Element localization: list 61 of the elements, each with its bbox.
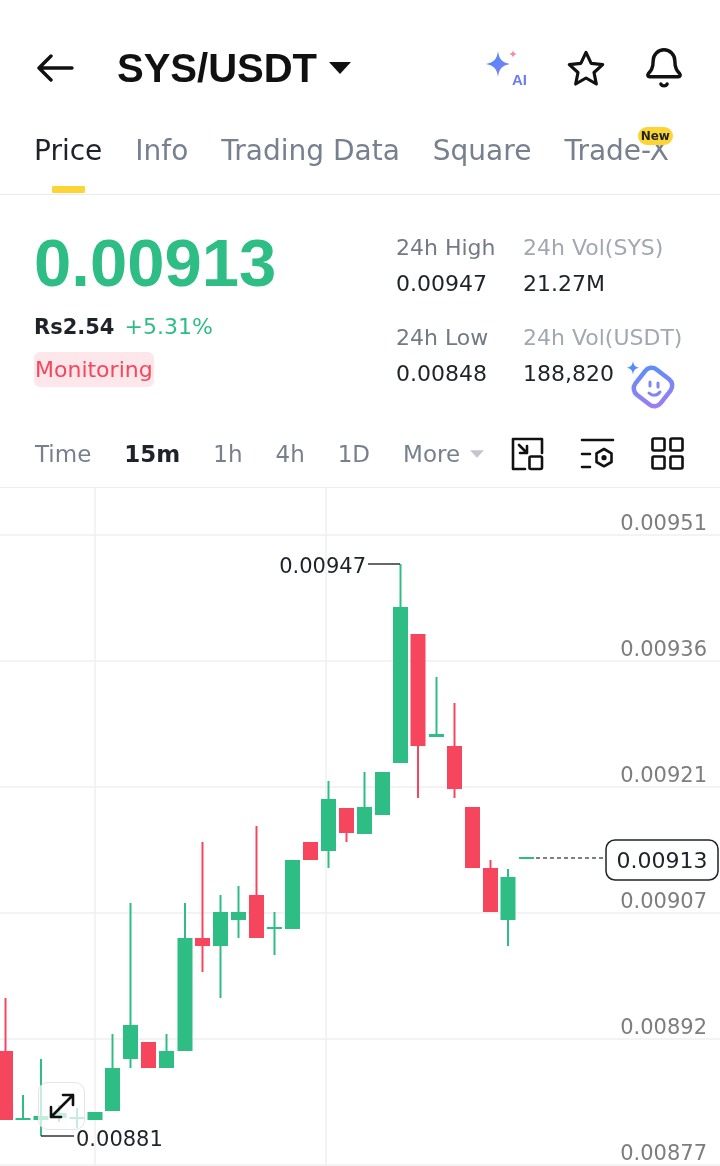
falling-candle bbox=[303, 842, 318, 860]
pair-selector[interactable]: SYS/USDT bbox=[117, 40, 352, 96]
price-axis-label: 0.00921 bbox=[620, 763, 707, 787]
tab[interactable]: Square bbox=[432, 118, 532, 168]
rising-candle bbox=[87, 1112, 103, 1120]
interval-tab[interactable]: 15m bbox=[124, 437, 181, 470]
falling-candle bbox=[465, 807, 480, 868]
caret-icon bbox=[470, 449, 485, 458]
bell-icon[interactable] bbox=[645, 48, 683, 88]
rising-candle bbox=[267, 911, 282, 956]
stat-label: 24h High bbox=[396, 234, 496, 262]
falling-candle bbox=[483, 859, 498, 913]
last-price-tag: 0.00913 bbox=[605, 839, 719, 881]
tab[interactable]: Info bbox=[135, 118, 189, 168]
stat-label: 24h Vol(SYS) bbox=[523, 234, 664, 262]
stat-value: 0.00848 bbox=[396, 360, 487, 388]
grid-icon[interactable] bbox=[651, 437, 684, 470]
tab-underline bbox=[51, 186, 85, 193]
price-axis-label: 0.00892 bbox=[620, 1015, 707, 1039]
rising-candle bbox=[285, 860, 300, 929]
rising-candle bbox=[357, 771, 372, 835]
interval-tab[interactable]: 1h bbox=[213, 437, 243, 470]
star-icon[interactable] bbox=[567, 49, 605, 87]
falling-candle bbox=[339, 807, 354, 843]
leader-line bbox=[40, 1135, 75, 1137]
tab[interactable]: Trading Data bbox=[221, 118, 400, 168]
rising-candle bbox=[375, 772, 390, 815]
stat-value: 0.00947 bbox=[396, 270, 487, 298]
price-axis-label: 0.00907 bbox=[620, 889, 707, 913]
price-axis-label: 0.00877 bbox=[620, 1141, 707, 1165]
new-badge: New bbox=[637, 127, 673, 145]
fiat-price: Rs2.54 bbox=[34, 314, 115, 341]
stat-value: 21.27M bbox=[523, 270, 605, 298]
ai-button[interactable]: AI bbox=[485, 49, 527, 87]
stat-label: 24h Vol(USDT) bbox=[523, 324, 683, 352]
low-price-label: 0.00881 bbox=[76, 1127, 163, 1151]
lines-hexagon-icon[interactable] bbox=[580, 436, 615, 471]
rising-candle bbox=[159, 1033, 174, 1069]
expand-chart-button[interactable] bbox=[38, 1082, 85, 1130]
monitoring-tag: Monitoring bbox=[34, 352, 154, 387]
caret-icon bbox=[329, 62, 352, 74]
rising-candle bbox=[231, 885, 246, 939]
rising-candle bbox=[15, 1094, 31, 1121]
last-price: 0.00913 bbox=[34, 230, 277, 296]
interval-tab[interactable]: 4h bbox=[275, 437, 305, 470]
leader-line bbox=[367, 563, 401, 565]
price-axis-label: 0.00951 bbox=[620, 511, 707, 535]
rising-candle bbox=[429, 676, 444, 738]
price-change: +5.31% bbox=[124, 313, 213, 341]
stat-value: 188,820 bbox=[523, 360, 614, 388]
more-dropdown[interactable]: More bbox=[403, 437, 485, 470]
stat-label: 24h Low bbox=[396, 324, 489, 352]
back-arrow-icon[interactable] bbox=[36, 54, 74, 82]
high-price-label: 0.00947 bbox=[279, 554, 366, 578]
price-axis-label: 0.00936 bbox=[620, 637, 707, 661]
interval-tab[interactable]: Time bbox=[35, 437, 92, 470]
interval-tab[interactable]: 1D bbox=[337, 437, 371, 470]
falling-candle bbox=[141, 1042, 156, 1068]
tab[interactable]: Price bbox=[34, 118, 103, 193]
arrow-into-square-icon[interactable] bbox=[510, 436, 544, 471]
last-price-line bbox=[535, 857, 605, 859]
